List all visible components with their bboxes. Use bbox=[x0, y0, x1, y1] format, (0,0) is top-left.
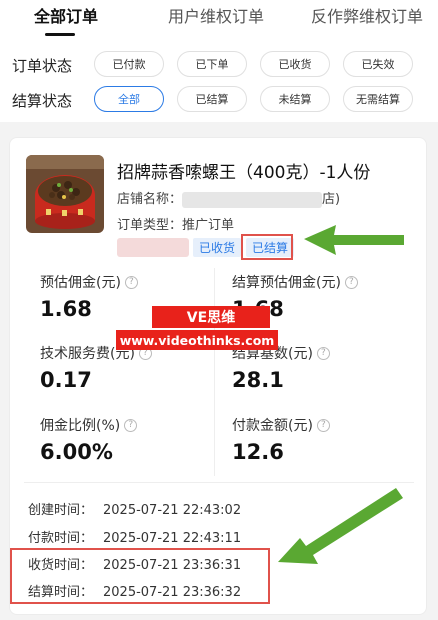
help-icon[interactable]: ? bbox=[344, 275, 358, 289]
payment-amount-value: 12.6 bbox=[232, 440, 284, 464]
chip-paid[interactable]: 已付款 bbox=[94, 51, 164, 77]
help-icon[interactable]: ? bbox=[124, 418, 138, 432]
commission-rate-label: 佣金比例(%)? bbox=[40, 415, 138, 435]
order-tabs: 全部订单 用户维权订单 反作弊维权订单 bbox=[0, 0, 438, 38]
payment-amount-label: 付款金额(元)? bbox=[232, 415, 330, 435]
tab-anti-fraud-orders[interactable]: 反作弊维权订单 bbox=[311, 3, 423, 27]
order-status-label: 订单状态 bbox=[12, 57, 73, 75]
store-name-redacted bbox=[182, 191, 323, 208]
estimated-commission-label: 预估佣金(元)? bbox=[40, 272, 138, 292]
store-name-suffix: 店) bbox=[322, 192, 341, 207]
estimated-commission-value: 1.68 bbox=[40, 297, 92, 321]
order-type-row: 订单类型：推广订单 bbox=[117, 214, 234, 233]
product-thumbnail bbox=[26, 155, 104, 233]
arrow-to-settled-icon bbox=[304, 225, 404, 255]
chip-received[interactable]: 已收货 bbox=[260, 51, 330, 77]
settled-estimated-commission-label: 结算预估佣金(元)? bbox=[232, 272, 358, 292]
store-name-row: 店铺名称： 店) bbox=[117, 188, 340, 208]
chip-all[interactable]: 全部 bbox=[94, 86, 164, 112]
settle-status-label: 结算状态 bbox=[12, 92, 73, 110]
filter-panel: 订单状态 已付款 已下单 已收货 已失效 结算状态 全部 已结算 未结算 无需结… bbox=[0, 38, 438, 122]
settlement-base-value: 28.1 bbox=[232, 368, 284, 392]
order-page: 全部订单 用户维权订单 反作弊维权订单 订单状态 已付款 已下单 已收货 已失效… bbox=[0, 0, 438, 620]
created-time-row: 创建时间： 2025-07-21 22:43:02 bbox=[28, 503, 242, 518]
product-title: 招牌蒜香嗦螺王（400克）-1人份 bbox=[117, 163, 371, 183]
chip-settled[interactable]: 已结算 bbox=[177, 86, 247, 112]
commission-rate-value: 6.00% bbox=[40, 440, 113, 464]
settled-highlight-box bbox=[241, 234, 293, 260]
help-icon[interactable]: ? bbox=[316, 418, 330, 432]
metrics-divider bbox=[214, 268, 215, 476]
watermark-brand: VE思维 bbox=[152, 306, 270, 328]
active-tab-indicator bbox=[45, 33, 75, 36]
status-badge-received: 已收货 bbox=[193, 238, 242, 257]
watermark-url: www.videothinks.com bbox=[116, 330, 278, 350]
store-name-label: 店铺名称： bbox=[117, 192, 183, 207]
paid-time-row: 付款时间： 2025-07-21 22:43:11 bbox=[28, 531, 242, 546]
order-type-label: 订单类型： bbox=[117, 218, 183, 233]
chip-unsettled[interactable]: 未结算 bbox=[260, 86, 330, 112]
chip-ordered[interactable]: 已下单 bbox=[177, 51, 247, 77]
chip-invalid[interactable]: 已失效 bbox=[343, 51, 413, 77]
tech-service-fee-value: 0.17 bbox=[40, 368, 92, 392]
help-icon[interactable]: ? bbox=[124, 275, 138, 289]
chip-no-settle-needed[interactable]: 无需结算 bbox=[343, 86, 413, 112]
help-icon[interactable]: ? bbox=[316, 346, 330, 360]
arrow-to-times-icon bbox=[278, 488, 403, 564]
order-id-redacted bbox=[117, 238, 189, 257]
tab-user-rights-orders[interactable]: 用户维权订单 bbox=[168, 3, 264, 27]
tab-all-orders[interactable]: 全部订单 bbox=[34, 3, 98, 27]
order-type-value: 推广订单 bbox=[182, 218, 235, 233]
times-highlight-box bbox=[10, 548, 270, 604]
watermark: VE思维 www.videothinks.com bbox=[116, 306, 278, 352]
